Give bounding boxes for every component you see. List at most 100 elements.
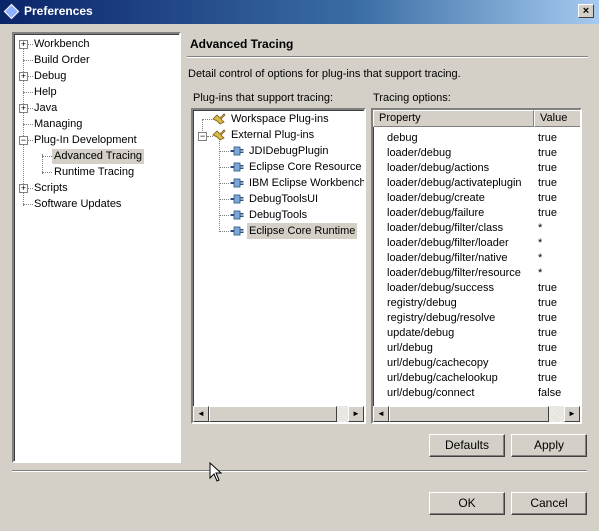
tracing-options-label: Tracing options:	[373, 92, 451, 104]
ok-button[interactable]: OK	[429, 492, 505, 515]
expand-scripts-icon[interactable]: +	[19, 184, 28, 193]
nav-item-workbench[interactable]: Workbench	[34, 37, 89, 52]
table-row[interactable]: url/debug true	[373, 341, 580, 356]
property-cell: loader/debug/filter/resource	[387, 267, 521, 279]
plugins-label: Plug-ins that support tracing:	[193, 92, 334, 104]
plugin-item[interactable]: DebugTools	[249, 207, 307, 223]
table-row[interactable]: url/debug/cachelookup true	[373, 371, 580, 386]
value-cell[interactable]: *	[536, 221, 580, 236]
plugin-item-selected[interactable]: Eclipse Core Runtime	[247, 223, 358, 239]
value-cell[interactable]: true	[536, 281, 580, 296]
table-row[interactable]: loader/debug/filter/native *	[373, 251, 580, 266]
nav-item-managing[interactable]: Managing	[34, 117, 82, 132]
plugin-item[interactable]: Eclipse Core Resource	[249, 159, 362, 175]
property-cell: registry/debug/resolve	[387, 312, 496, 324]
scroll-right-arrow-icon[interactable]: ►	[564, 406, 580, 422]
value-cell[interactable]: true	[536, 131, 580, 146]
table-row[interactable]: loader/debug/failure true	[373, 206, 580, 221]
table-row[interactable]: loader/debug/filter/class *	[373, 221, 580, 236]
value-cell[interactable]: true	[536, 311, 580, 326]
tracing-options-table[interactable]: Property Value debug true loader/debug t…	[371, 108, 582, 424]
separator	[12, 470, 587, 472]
table-row[interactable]: url/debug/cachecopy true	[373, 356, 580, 371]
value-cell[interactable]: true	[536, 356, 580, 371]
cancel-button[interactable]: Cancel	[511, 492, 587, 515]
expand-workbench-icon[interactable]: +	[19, 40, 28, 49]
nav-item-advanced-tracing[interactable]: Advanced Tracing	[52, 149, 145, 164]
nav-item-plugin-development[interactable]: Plug-In Development	[34, 133, 137, 148]
nav-item-build-order[interactable]: Build Order	[34, 53, 90, 68]
value-cell[interactable]: true	[536, 371, 580, 386]
scroll-right-arrow-icon[interactable]: ►	[348, 406, 364, 422]
plugin-item[interactable]: DebugToolsUI	[249, 191, 318, 207]
value-cell[interactable]: *	[536, 251, 580, 266]
table-row[interactable]: loader/debug/actions true	[373, 161, 580, 176]
expand-java-icon[interactable]: +	[19, 104, 28, 113]
value-cell[interactable]: true	[536, 341, 580, 356]
plugin-folder-icon	[212, 129, 226, 141]
property-cell: url/debug/connect	[387, 387, 475, 399]
property-cell: url/debug/cachelookup	[387, 372, 498, 384]
table-row[interactable]: url/debug/connect false	[373, 386, 580, 401]
plugin-item[interactable]: JDIDebugPlugin	[249, 143, 329, 159]
nav-item-runtime-tracing[interactable]: Runtime Tracing	[54, 165, 134, 180]
nav-item-scripts[interactable]: Scripts	[34, 181, 68, 196]
plugin-tree[interactable]: Workspace Plug-ins − External Plug-ins J…	[191, 108, 366, 424]
value-cell[interactable]: true	[536, 206, 580, 221]
collapse-plugin-development-icon[interactable]: −	[19, 136, 28, 145]
table-row[interactable]: loader/debug/create true	[373, 191, 580, 206]
property-cell: url/debug/cachecopy	[387, 357, 489, 369]
scroll-left-arrow-icon[interactable]: ◄	[373, 406, 389, 422]
plugin-icon	[230, 178, 244, 188]
property-cell: loader/debug/failure	[387, 207, 485, 219]
column-header-property[interactable]: Property	[373, 110, 534, 127]
tracing-table-hscrollbar[interactable]: ◄ ►	[373, 406, 580, 422]
value-cell[interactable]: true	[536, 326, 580, 341]
plugin-folder-icon	[212, 113, 226, 125]
value-cell[interactable]: true	[536, 146, 580, 161]
preference-nav-tree[interactable]: + Workbench Build Order + Debug Help + J…	[12, 32, 181, 463]
property-cell: loader/debug	[387, 147, 452, 159]
column-header-value[interactable]: Value	[534, 110, 580, 127]
value-cell[interactable]: *	[536, 236, 580, 251]
mouse-cursor-icon	[209, 462, 223, 482]
value-cell[interactable]: false	[536, 386, 580, 401]
tree-group-workspace-plugins[interactable]: Workspace Plug-ins	[231, 111, 329, 127]
close-button[interactable]: ×	[578, 4, 594, 18]
scroll-left-arrow-icon[interactable]: ◄	[193, 406, 209, 422]
nav-item-debug[interactable]: Debug	[34, 69, 66, 84]
table-row[interactable]: loader/debug/filter/resource *	[373, 266, 580, 281]
nav-item-help[interactable]: Help	[34, 85, 57, 100]
plugin-tree-hscrollbar[interactable]: ◄ ►	[193, 406, 364, 422]
value-cell[interactable]: true	[536, 176, 580, 191]
scroll-thumb[interactable]	[389, 406, 549, 422]
plugin-item[interactable]: IBM Eclipse Workbench	[249, 175, 364, 191]
table-row[interactable]: registry/debug true	[373, 296, 580, 311]
value-cell[interactable]: true	[536, 296, 580, 311]
collapse-external-plugins-icon[interactable]: −	[198, 132, 207, 141]
table-row[interactable]: loader/debug true	[373, 146, 580, 161]
property-cell: loader/debug/filter/class	[387, 222, 504, 234]
property-cell: registry/debug	[387, 297, 457, 309]
table-row[interactable]: loader/debug/success true	[373, 281, 580, 296]
table-row[interactable]: update/debug true	[373, 326, 580, 341]
plugin-icon	[230, 162, 244, 172]
value-cell[interactable]: true	[536, 161, 580, 176]
property-cell: url/debug	[387, 342, 433, 354]
apply-button[interactable]: Apply	[511, 434, 587, 457]
scroll-thumb[interactable]	[209, 406, 337, 422]
value-cell[interactable]: *	[536, 266, 580, 281]
defaults-button[interactable]: Defaults	[429, 434, 505, 457]
table-row[interactable]: registry/debug/resolve true	[373, 311, 580, 326]
value-cell[interactable]: true	[536, 191, 580, 206]
table-row[interactable]: loader/debug/filter/loader *	[373, 236, 580, 251]
table-row[interactable]: loader/debug/activateplugin true	[373, 176, 580, 191]
table-row[interactable]: debug true	[373, 131, 580, 146]
expand-debug-icon[interactable]: +	[19, 72, 28, 81]
app-diamond-icon	[3, 3, 20, 20]
property-cell: loader/debug/actions	[387, 162, 490, 174]
nav-item-software-updates[interactable]: Software Updates	[34, 197, 121, 212]
plugin-icon	[230, 146, 244, 156]
tree-group-external-plugins[interactable]: External Plug-ins	[231, 127, 314, 143]
nav-item-java[interactable]: Java	[34, 101, 57, 116]
